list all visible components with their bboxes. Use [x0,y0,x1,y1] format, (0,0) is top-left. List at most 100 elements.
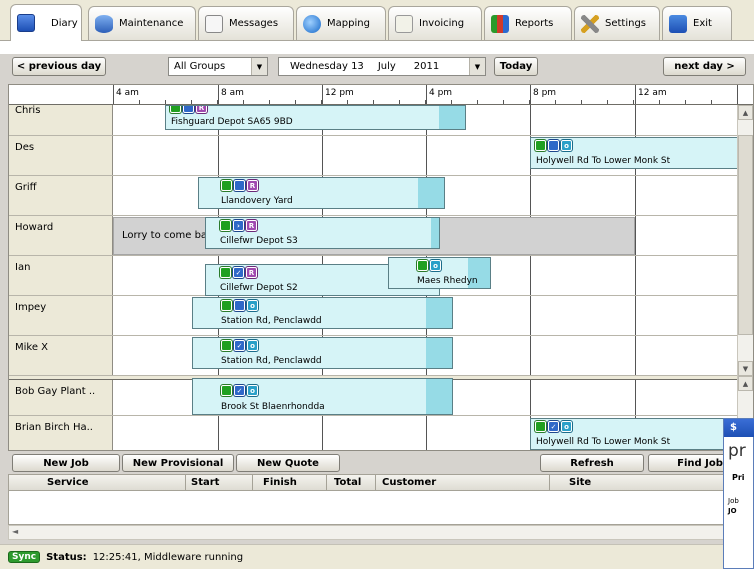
time-tick [477,100,478,104]
time-label: 12 am [638,88,667,98]
status-icon [535,421,546,432]
resource-name: Ian [9,256,113,295]
group-select-value: All Groups [174,61,226,72]
tab-label: Mapping [327,18,370,29]
status-icon [220,267,231,278]
time-tick [399,100,400,104]
sync-badge[interactable]: Sync [8,551,41,563]
check-icon: ✓ [234,385,245,396]
job-bar[interactable]: ✓ o Station Rd, Penclawdd [192,337,453,369]
scroll-up-icon[interactable]: ▲ [738,376,753,391]
tab-invoicing[interactable]: Invoicing [388,6,482,40]
check-icon: ✓ [233,267,244,278]
tab-label: Invoicing [419,18,465,29]
tab-settings[interactable]: Settings [574,6,660,40]
clock-icon: o [247,385,258,396]
status-icon [221,300,232,311]
resource-name: Brian Birch Ha.. [9,416,113,450]
tab-label: Maintenance [119,18,184,29]
return-icon: R [246,220,257,231]
tab-exit[interactable]: Exit [662,6,732,40]
tab-mapping[interactable]: Mapping [296,6,386,40]
rows-scrollbar[interactable]: ▲ ▼ [737,105,753,376]
tab-content-top [0,40,754,54]
job-bar[interactable]: o Holywell Rd To Lower Monk St [530,137,739,169]
tab-label: Diary [51,17,78,29]
new-job-button[interactable]: New Job [12,454,120,472]
time-tick [113,100,114,104]
job-label: Station Rd, Penclawdd [221,316,322,326]
return-icon: R [246,267,257,278]
check-icon: ✓ [548,421,559,432]
job-label: Brook St Blaenrhondda [221,402,325,412]
resource-name: Chris [9,105,113,135]
new-quote-button[interactable]: New Quote [236,454,340,472]
tab-reports[interactable]: Reports [484,6,572,40]
time-tick [659,100,660,104]
arrow-icon: › [233,220,244,231]
time-tick [139,100,140,104]
time-label: 4 am [116,88,139,98]
job-label: Holywell Rd To Lower Monk St [536,437,671,447]
time-tick [269,100,270,104]
column-site[interactable]: Site [569,477,591,488]
job-bar[interactable]: ✓ o Brook St Blaenrhondda [192,378,453,415]
app-icon: $ [724,419,754,437]
date-year: 2011 [413,61,440,72]
status-icon [221,340,232,351]
job-bar[interactable]: R Llandovery Yard [198,177,445,209]
date-picker[interactable]: Wednesday 13 July 2011 ▼ [278,57,486,76]
time-tick [555,100,556,104]
job-bar[interactable]: ✓ o Holywell Rd To Lower Monk St [530,418,739,450]
time-tick [347,100,348,104]
job-label: Cillefwr Depot S2 [220,283,298,293]
clock-icon: o [247,340,258,351]
window-tab[interactable]: Pri [732,473,745,482]
new-provisional-button[interactable]: New Provisional [122,454,234,472]
time-tick [165,100,166,104]
status-icon [170,106,181,113]
tab-diary[interactable]: Diary [10,4,82,41]
clock-icon: o [561,140,572,151]
overlay-window[interactable]: $ pr Pri Job JO [723,418,754,569]
scroll-down-icon[interactable]: ▼ [738,361,753,376]
globe-icon [303,14,321,33]
column-service[interactable]: Service [47,477,89,488]
column-total[interactable]: Total [334,477,361,488]
time-tick [685,100,686,104]
group-select[interactable]: All Groups ▼ [168,57,268,76]
list-horizontal-scrollbar[interactable]: ◄ [8,525,754,540]
scroll-left-icon[interactable]: ◄ [12,527,18,536]
column-start[interactable]: Start [191,477,219,488]
job-bar[interactable]: R Fishguard Depot SA65 9BD [165,105,466,130]
next-day-button[interactable]: next day > [663,57,746,76]
resource-name: Mike X [9,336,113,375]
refresh-button[interactable]: Refresh [540,454,644,472]
job-list-body[interactable] [8,491,754,525]
time-tick [243,100,244,104]
tab-maintenance[interactable]: Maintenance [88,6,196,40]
scroll-thumb[interactable] [738,135,753,335]
vehicle-icon [183,106,194,113]
column-customer[interactable]: Customer [382,477,436,488]
time-tick [425,100,426,104]
clock-icon: o [561,421,572,432]
today-button[interactable]: Today [494,57,538,76]
return-icon: R [247,180,258,191]
job-list-header: Service Start Finish Total Customer Site [8,474,754,491]
tab-messages[interactable]: Messages [198,6,294,40]
time-tick [529,100,530,104]
window-column: Job [728,497,739,505]
job-bar[interactable]: o Station Rd, Penclawdd [192,297,453,329]
schedule-grid[interactable]: 4 am 8 am 12 pm 4 pm 8 pm 12 am Chris De… [8,84,754,451]
scroll-up-icon[interactable]: ▲ [738,105,753,120]
time-tick [373,100,374,104]
previous-day-button[interactable]: < previous day [12,57,106,76]
clock-icon: o [247,300,258,311]
column-finish[interactable]: Finish [263,477,297,488]
vehicle-icon [548,140,559,151]
resource-name: Bob Gay Plant .. [9,380,113,415]
job-bar[interactable]: › R Cillefwr Depot S3 [205,217,440,249]
job-bar[interactable]: o Maes Rhedyn [388,257,491,289]
status-icon [220,220,231,231]
